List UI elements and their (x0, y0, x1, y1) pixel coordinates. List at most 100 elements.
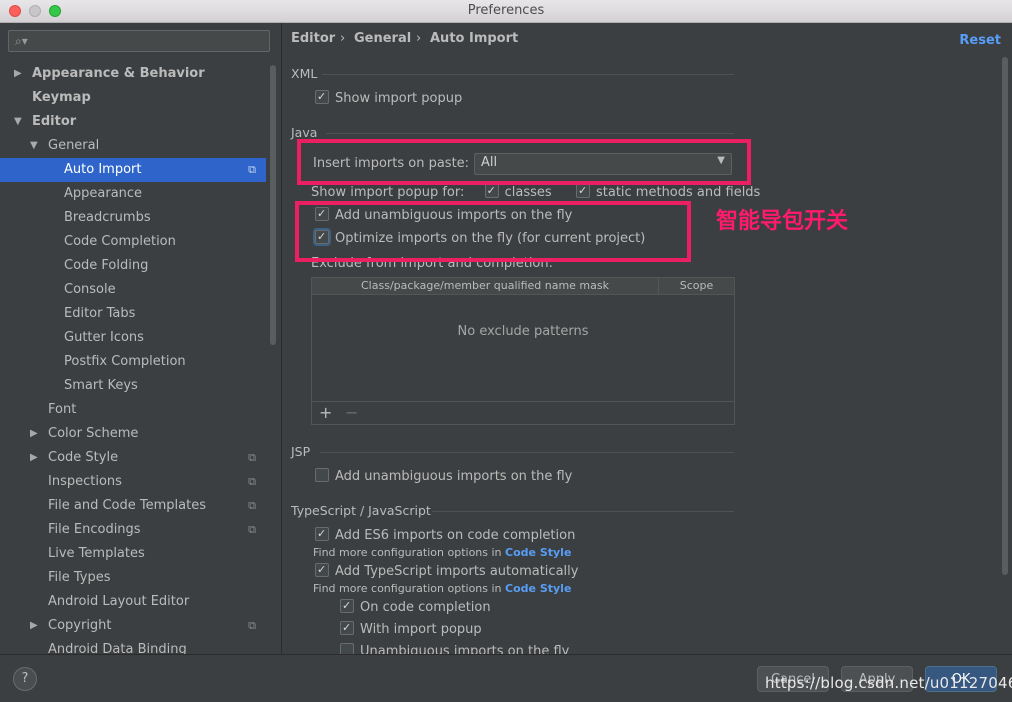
classes-label: classes (504, 185, 552, 200)
tree-item-label: Breadcrumbs (64, 210, 151, 225)
checkbox-checked-icon[interactable] (315, 560, 329, 580)
tree-item-general[interactable]: ▼ General (0, 134, 266, 158)
tree-item-font[interactable]: Font (0, 398, 266, 422)
section-divider (432, 511, 734, 512)
checkbox-label: Show import popup (335, 91, 463, 106)
tree-item-copyright[interactable]: ▶ Copyright ⧉ (0, 614, 266, 638)
config-note: Find more configuration options in Code … (313, 579, 571, 599)
remove-pattern-button[interactable]: − (345, 403, 358, 422)
tree-item-file-encodings[interactable]: File Encodings ⧉ (0, 518, 266, 542)
breadcrumb-general[interactable]: General (354, 31, 411, 46)
tree-item-label: Editor (32, 114, 77, 129)
checkbox-checked-icon[interactable] (315, 524, 329, 544)
checkbox-checked-icon[interactable] (315, 87, 329, 107)
tree-item-android-data-binding[interactable]: Android Data Binding (0, 638, 266, 654)
checkbox-unchecked-icon[interactable] (340, 643, 354, 654)
tree-item-file-types[interactable]: File Types (0, 566, 266, 590)
exclude-patterns-table[interactable]: Class/package/member qualified name mask… (311, 277, 735, 425)
tree-item-gutter-icons[interactable]: Gutter Icons (0, 326, 266, 350)
expand-arrow-icon[interactable]: ▶ (14, 62, 22, 86)
auto-import-panel: Editor › General › Auto Import Reset XML… (282, 23, 1012, 654)
add-pattern-button[interactable]: + (319, 403, 332, 422)
code-style-link[interactable]: Code Style (505, 546, 571, 559)
table-header-scope[interactable]: Scope (659, 278, 734, 295)
sidebar-scrollbar[interactable] (270, 65, 276, 345)
tree-item-code-completion[interactable]: Code Completion (0, 230, 266, 254)
tree-item-editor-tabs[interactable]: Editor Tabs (0, 302, 266, 326)
tree-item-inspections[interactable]: Inspections ⧉ (0, 470, 266, 494)
breadcrumb-separator: › (340, 31, 346, 46)
reset-link[interactable]: Reset (959, 33, 1001, 48)
jsp-add-unambiguous-checkbox[interactable]: Add unambiguous imports on the fly (315, 467, 572, 487)
with-import-popup-checkbox[interactable]: With import popup (340, 618, 482, 640)
tree-item-label: Inspections (48, 474, 122, 489)
tree-item-editor[interactable]: ▼ Editor (0, 110, 266, 134)
checkbox-checked-icon[interactable] (340, 596, 354, 616)
ts-section-title: TypeScript / JavaScript (291, 503, 431, 518)
tree-item-label: Keymap (32, 90, 91, 105)
jsp-section-title: JSP (291, 444, 311, 459)
popup-for-row: Show import popup for: classes static me… (311, 181, 760, 203)
tree-item-label: Code Completion (64, 234, 176, 249)
tree-item-auto-import[interactable]: Auto Import ⧉ (0, 158, 266, 182)
expand-arrow-icon[interactable]: ▶ (30, 422, 38, 446)
checkbox-checked-icon[interactable] (340, 618, 354, 638)
window-title: Preferences (467, 3, 545, 18)
project-scope-icon: ⧉ (248, 475, 256, 488)
expand-arrow-icon[interactable]: ▶ (30, 614, 38, 638)
breadcrumb-editor[interactable]: Editor (291, 31, 335, 46)
search-icon: ⌕▾ (15, 34, 28, 48)
title-bar: Preferences (0, 0, 1012, 23)
empty-table-text: No exclude patterns (457, 324, 589, 339)
content-scrollbar[interactable] (1002, 57, 1008, 575)
collapse-arrow-icon[interactable]: ▼ (14, 110, 22, 134)
tree-item-code-folding[interactable]: Code Folding (0, 254, 266, 278)
section-divider (322, 74, 734, 75)
checkbox-label: With import popup (360, 622, 482, 637)
config-note-text: Find more configuration options in (313, 582, 502, 595)
checkbox-unchecked-icon[interactable] (315, 468, 329, 482)
xml-show-import-popup-checkbox[interactable]: Show import popup (315, 87, 463, 109)
tree-item-breadcrumbs[interactable]: Breadcrumbs (0, 206, 266, 230)
tree-item-label: File and Code Templates (48, 498, 206, 513)
tree-item-android-layout-editor[interactable]: Android Layout Editor (0, 590, 266, 614)
tree-item-label: Android Data Binding (48, 642, 187, 654)
tree-item-label: Color Scheme (48, 426, 139, 441)
help-button[interactable]: ? (13, 667, 37, 691)
tree-item-appearance-behavior[interactable]: ▶ Appearance & Behavior (0, 62, 266, 86)
config-note-text: Find more configuration options in (313, 546, 502, 559)
tree-item-file-code-templates[interactable]: File and Code Templates ⧉ (0, 494, 266, 518)
expand-arrow-icon[interactable]: ▶ (30, 446, 38, 470)
project-scope-icon: ⧉ (248, 163, 256, 176)
tree-item-console[interactable]: Console (0, 278, 266, 302)
tree-item-label: Android Layout Editor (48, 594, 190, 609)
tree-item-label: Console (64, 282, 116, 297)
tree-item-appearance[interactable]: Appearance (0, 182, 266, 206)
tree-item-keymap[interactable]: Keymap (0, 86, 266, 110)
tree-item-code-style[interactable]: ▶ Code Style ⧉ (0, 446, 266, 470)
checkbox-label: On code completion (360, 600, 491, 615)
tree-item-color-scheme[interactable]: ▶ Color Scheme (0, 422, 266, 446)
checkbox-label: Add unambiguous imports on the fly (335, 469, 573, 484)
static-methods-checkbox[interactable] (575, 181, 590, 201)
tree-item-label: Font (48, 402, 77, 417)
unambiguous-imports-checkbox[interactable]: Unambiguous imports on the fly (340, 642, 569, 654)
tree-item-label: Appearance & Behavior (32, 66, 205, 81)
watermark-text: https://blog.csdn.net/u011270469 (765, 674, 1012, 692)
settings-search-input[interactable]: ⌕▾ (8, 30, 270, 52)
collapse-arrow-icon[interactable]: ▼ (30, 134, 38, 158)
breadcrumb-separator: › (416, 31, 422, 46)
tree-item-label: Code Folding (64, 258, 149, 273)
tree-item-smart-keys[interactable]: Smart Keys (0, 374, 266, 398)
tree-item-label: Copyright (48, 618, 112, 633)
tree-item-live-templates[interactable]: Live Templates (0, 542, 266, 566)
checkbox-label: Add TypeScript imports automatically (335, 564, 579, 579)
on-code-completion-checkbox[interactable]: On code completion (340, 596, 491, 618)
tree-item-postfix-completion[interactable]: Postfix Completion (0, 350, 266, 374)
tree-item-label: File Types (48, 570, 111, 585)
tree-item-label: Postfix Completion (64, 354, 186, 369)
highlight-box-auto-import (295, 201, 691, 262)
code-style-link[interactable]: Code Style (505, 582, 571, 595)
classes-checkbox[interactable] (484, 181, 499, 201)
table-header-mask[interactable]: Class/package/member qualified name mask (312, 278, 659, 295)
